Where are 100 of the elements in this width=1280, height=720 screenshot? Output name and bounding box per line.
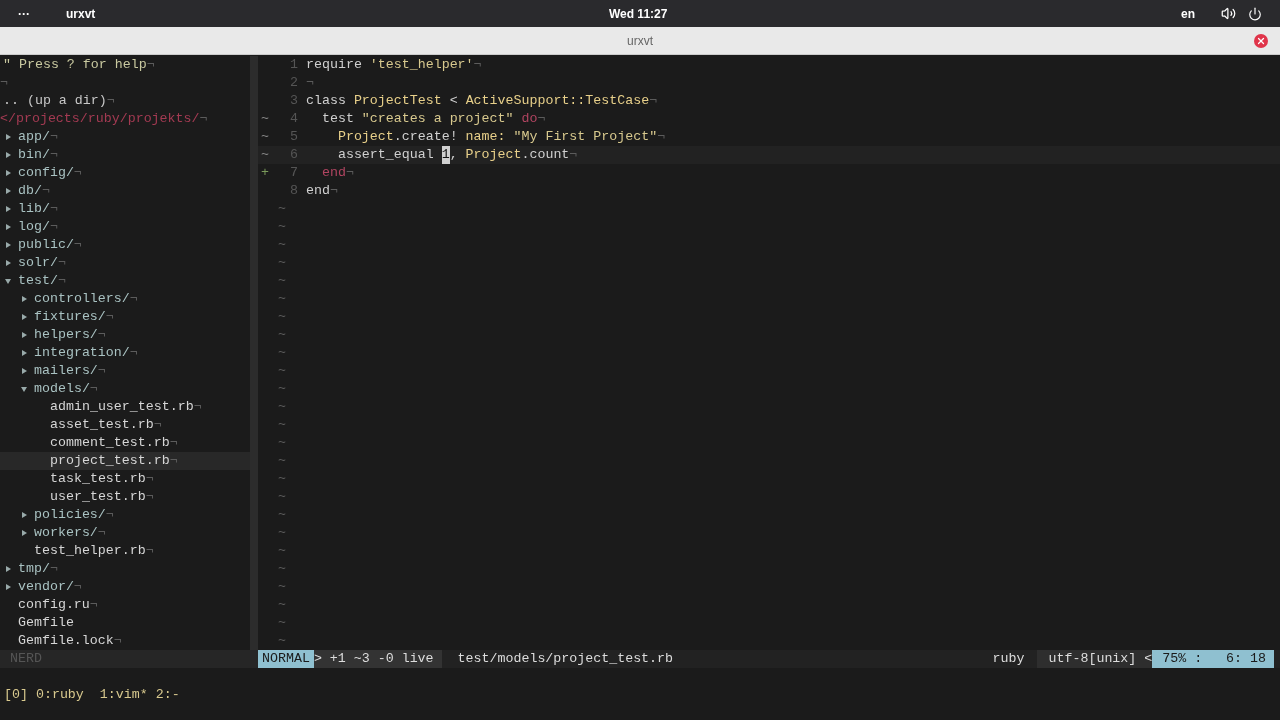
collapsed-arrow-icon[interactable] [21, 296, 27, 302]
eol-marker: ¬ [49, 146, 58, 164]
file-item[interactable]: user_test.rb [50, 488, 146, 506]
folder-item[interactable]: log/ [18, 218, 50, 236]
empty-line-marker: ~ [278, 399, 286, 414]
eol-marker: ¬ [57, 272, 66, 290]
encoding: utf-8[unix] < [1036, 650, 1153, 668]
folder-item[interactable]: policies/ [34, 506, 106, 524]
collapsed-arrow-icon[interactable] [5, 188, 11, 194]
collapsed-arrow-icon[interactable] [5, 134, 11, 140]
code-line: assert_equal 1, Project.count¬ [336, 146, 578, 164]
eol-marker: ¬ [105, 308, 114, 326]
empty-line-marker: ~ [278, 633, 286, 648]
help-hint: " Press ? for help [2, 56, 147, 74]
empty-line-marker: ~ [278, 381, 286, 396]
folder-item[interactable]: config/ [18, 164, 74, 182]
eol-marker: ¬ [41, 182, 50, 200]
collapsed-arrow-icon[interactable] [5, 566, 11, 572]
eol-marker: ¬ [106, 92, 115, 110]
collapsed-arrow-icon[interactable] [21, 332, 27, 338]
clock[interactable]: Wed 11:27 [608, 4, 668, 23]
folder-item[interactable]: app/ [18, 128, 50, 146]
eol-marker: ¬ [49, 560, 58, 578]
file-item[interactable]: task_test.rb [50, 470, 146, 488]
empty-line-marker: ~ [278, 291, 286, 306]
collapsed-arrow-icon[interactable] [21, 512, 27, 518]
folder-item[interactable]: models/ [34, 380, 90, 398]
collapsed-arrow-icon[interactable] [5, 152, 11, 158]
collapsed-arrow-icon[interactable] [21, 350, 27, 356]
file-item[interactable]: comment_test.rb [50, 434, 170, 452]
file-item[interactable]: asset_test.rb [50, 416, 154, 434]
eol-marker: ¬ [105, 506, 114, 524]
eol-marker: ¬ [113, 632, 122, 650]
empty-line-marker: ~ [278, 543, 286, 558]
folder-item[interactable]: public/ [18, 236, 74, 254]
empty-line-marker: ~ [278, 273, 286, 288]
power-icon[interactable] [1248, 6, 1262, 21]
folder-item[interactable]: tmp/ [18, 560, 50, 578]
empty-line-marker: ~ [278, 309, 286, 324]
folder-item[interactable]: workers/ [34, 524, 98, 542]
code-line: require 'test_helper'¬ [306, 56, 482, 74]
empty-line-marker: ~ [278, 201, 286, 216]
filetype: ruby [992, 650, 1026, 668]
collapsed-arrow-icon[interactable] [21, 530, 27, 536]
collapsed-arrow-icon[interactable] [5, 170, 11, 176]
up-dir-link[interactable]: .. (up a dir) [0, 92, 107, 110]
file-item[interactable]: Gemfile [18, 614, 74, 632]
folder-item[interactable]: helpers/ [34, 326, 98, 344]
file-item[interactable]: Gemfile.lock [18, 632, 114, 650]
eol-marker: ¬ [145, 488, 154, 506]
eol-marker: ¬ [193, 398, 202, 416]
empty-line-marker: ~ [278, 255, 286, 270]
line-number: 1 [290, 57, 298, 72]
folder-item[interactable]: solr/ [18, 254, 58, 272]
folder-item[interactable]: mailers/ [34, 362, 98, 380]
collapsed-arrow-icon[interactable] [21, 368, 27, 374]
git-diff-summary: > +1 ~3 -0 live [313, 650, 442, 668]
empty-line-marker: ~ [278, 237, 286, 252]
folder-item[interactable]: fixtures/ [34, 308, 106, 326]
tmux-window[interactable]: 1:vim* [99, 686, 148, 704]
collapsed-arrow-icon[interactable] [5, 224, 11, 230]
git-change-sign: ~ [261, 129, 269, 144]
empty-line-marker: ~ [278, 597, 286, 612]
file-path: test/models/project_test.rb [456, 650, 674, 668]
app-name[interactable]: urxvt [66, 4, 96, 23]
collapsed-arrow-icon[interactable] [5, 242, 11, 248]
expanded-arrow-icon[interactable] [21, 386, 27, 392]
language-indicator[interactable]: en [1181, 4, 1195, 23]
folder-item[interactable]: bin/ [18, 146, 50, 164]
file-item[interactable]: admin_user_test.rb [50, 398, 194, 416]
activities-menu[interactable]: ··· [18, 4, 66, 23]
file-item[interactable]: config.ru [18, 596, 90, 614]
folder-item[interactable]: test/ [18, 272, 58, 290]
collapsed-arrow-icon[interactable] [5, 206, 11, 212]
volume-icon[interactable] [1221, 6, 1236, 21]
empty-line-marker: ~ [278, 453, 286, 468]
eol-marker: ¬ [146, 56, 155, 74]
collapsed-arrow-icon[interactable] [5, 584, 11, 590]
folder-item[interactable]: controllers/ [34, 290, 130, 308]
file-item[interactable]: test_helper.rb [34, 542, 146, 560]
folder-item[interactable]: db/ [18, 182, 42, 200]
line-number: 8 [290, 183, 298, 198]
eol-marker: ¬ [97, 362, 106, 380]
tmux-window[interactable]: 0:ruby [35, 686, 84, 704]
tmux-window[interactable]: 2:- [155, 686, 180, 704]
eol-marker: ¬ [169, 434, 178, 452]
folder-item[interactable]: integration/ [34, 344, 130, 362]
code-line: end¬ [320, 164, 354, 182]
collapsed-arrow-icon[interactable] [21, 314, 27, 320]
eol-marker: ¬ [0, 74, 8, 92]
empty-line-marker: ~ [278, 489, 286, 504]
folder-item[interactable]: vendor/ [18, 578, 74, 596]
eol-marker: ¬ [49, 128, 58, 146]
code-line: Project.create! name: "My First Project"¬ [336, 128, 666, 146]
expanded-arrow-icon[interactable] [5, 278, 11, 284]
line-number: 2 [290, 75, 298, 90]
empty-line-marker: ~ [278, 219, 286, 234]
file-item[interactable]: project_test.rb [50, 452, 170, 470]
collapsed-arrow-icon[interactable] [5, 260, 11, 266]
folder-item[interactable]: lib/ [18, 200, 50, 218]
